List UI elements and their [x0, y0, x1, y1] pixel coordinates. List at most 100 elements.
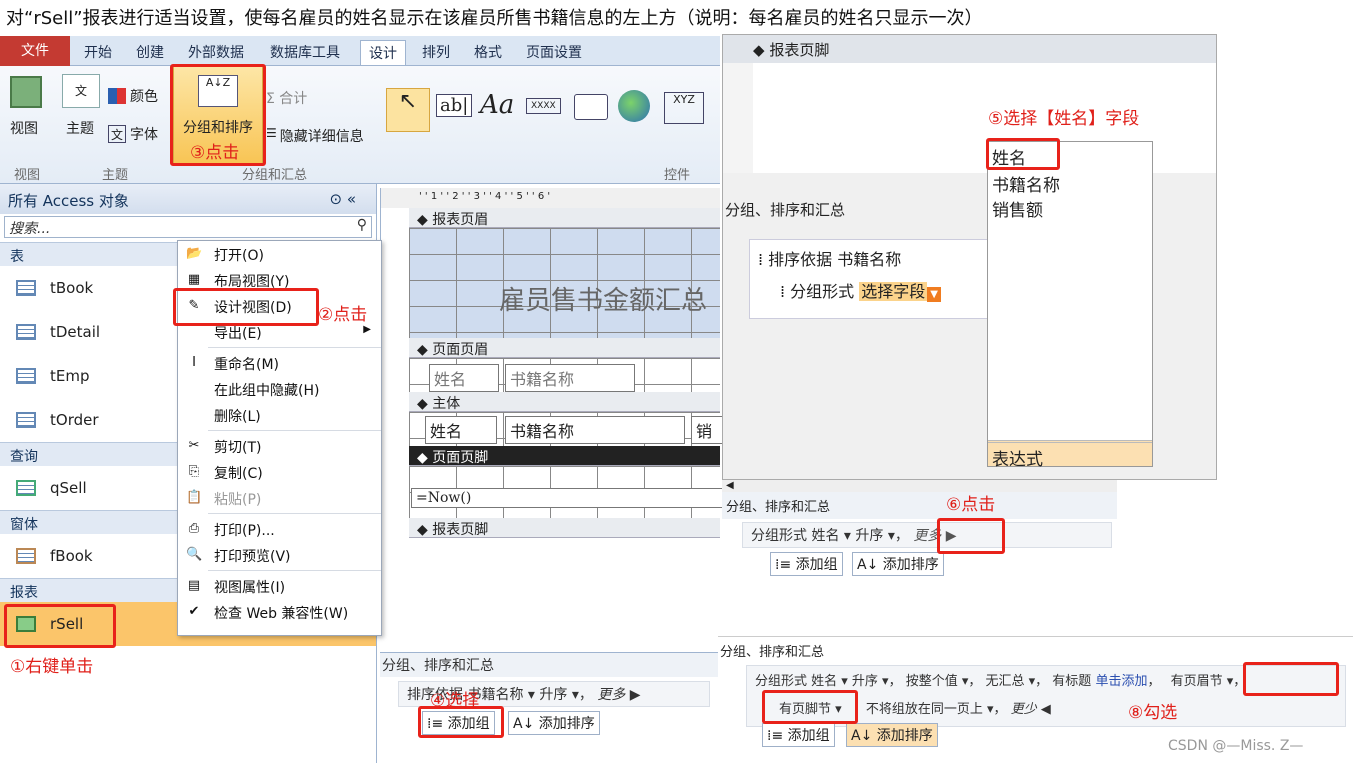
- menu-web-check[interactable]: ✔ 检查 Web 兼容性(W): [178, 599, 381, 625]
- menu-separator: [208, 347, 381, 348]
- tab-arrange[interactable]: 排列: [422, 42, 450, 62]
- p3-add-sort-button[interactable]: A↓ 添加排序: [852, 552, 944, 576]
- properties-icon: ▤: [187, 578, 201, 593]
- menu-view-properties[interactable]: ▤ 视图属性(I): [178, 573, 381, 599]
- field-dropdown-list: 姓名 书籍名称 销售额 表达式: [987, 141, 1153, 470]
- header-name-label[interactable]: 姓名: [429, 364, 499, 392]
- table-icon: [16, 324, 36, 340]
- p4-add-sort-button[interactable]: A↓ 添加排序: [846, 723, 938, 747]
- annotation-2: ②点击: [318, 305, 368, 325]
- group-sort-pane-3: ◀ 分组、排序和汇总 分组形式 姓名 ▾ 升序 ▾， 更多 ▶ ⁞≡ 添加组 A…: [722, 480, 1117, 608]
- tab-format[interactable]: 格式: [474, 42, 502, 62]
- section-label: 页面页眉: [432, 342, 489, 358]
- menu-cut[interactable]: ✂ 剪切(T): [178, 433, 381, 459]
- p4-header-option[interactable]: 有页眉节 ▾，: [1171, 674, 1247, 689]
- annotation-5: ⑤选择【姓名】字段: [988, 109, 1140, 129]
- collapse-icon[interactable]: ⊙ «: [329, 190, 356, 208]
- section-page-header[interactable]: ◆ 页面页眉: [409, 338, 720, 358]
- p2-groupby-row[interactable]: ⁞ 分组形式 选择字段 ▼: [750, 276, 988, 304]
- total-button[interactable]: Σ 合计: [266, 88, 307, 108]
- table-icon: [16, 280, 36, 296]
- query-icon: [16, 480, 36, 496]
- web-check-icon: ✔: [188, 604, 200, 619]
- frame-control[interactable]: XYZ: [664, 92, 704, 124]
- p2-sort-row[interactable]: ⁞ 排序依据 书籍名称: [750, 240, 988, 276]
- color-button[interactable]: 颜色: [108, 86, 158, 106]
- tab-file[interactable]: 文件: [0, 36, 70, 66]
- field-option-book[interactable]: 书籍名称: [988, 171, 1152, 196]
- p4-keep-together[interactable]: 不将组放在同一页上 ▾，: [866, 702, 1007, 717]
- hide-detail-button[interactable]: ☰ 隐藏详细信息: [266, 126, 364, 146]
- view-button[interactable]: 视图: [10, 118, 38, 138]
- label-control[interactable]: Aa: [480, 90, 514, 120]
- section-detail[interactable]: ◆ 主体: [409, 392, 720, 412]
- detail-area: 姓名 书籍名称 销: [409, 412, 731, 446]
- menu-hide[interactable]: 在此组中隐藏(H): [178, 376, 381, 402]
- add-sort-label: 添加排序: [882, 557, 939, 573]
- p4-options[interactable]: 分组形式 姓名 ▾ 升序 ▾， 按整个值 ▾， 无汇总 ▾， 有标题: [755, 674, 1091, 689]
- section-report-footer[interactable]: ◆ 报表页脚: [409, 518, 720, 538]
- field-option-sales[interactable]: 销售额: [988, 196, 1152, 221]
- p3-scrollbar[interactable]: ◀: [722, 480, 1117, 492]
- p4-add-group-button[interactable]: ⁞≡ 添加组: [762, 723, 835, 747]
- p2-select-field[interactable]: 选择字段: [859, 282, 928, 301]
- search-icon[interactable]: ⚲: [357, 217, 367, 233]
- menu-label: 检查 Web 兼容性(W): [214, 606, 349, 622]
- nav-item-label: tBook: [50, 279, 94, 297]
- p3-group-row[interactable]: 分组形式 姓名 ▾ 升序 ▾， 更多 ▶: [742, 522, 1112, 548]
- table-icon: [16, 412, 36, 428]
- theme-button[interactable]: 主题: [66, 118, 94, 138]
- menu-delete[interactable]: 删除(L): [178, 402, 381, 428]
- tab-design[interactable]: 设计: [360, 40, 406, 65]
- textbox-control[interactable]: ab|: [436, 94, 473, 117]
- header-book-label[interactable]: 书籍名称: [505, 364, 635, 392]
- add-sort-button[interactable]: A↓ 添加排序: [508, 711, 600, 735]
- tab-page-setup[interactable]: 页面设置: [526, 42, 582, 62]
- section-report-header[interactable]: ◆ 报表页眉: [409, 208, 720, 228]
- p4-less[interactable]: 更少 ◀: [1011, 702, 1051, 717]
- ribbon-tabs: 文件 开始 创建 外部数据 数据库工具 设计 排列 格式 页面设置: [0, 36, 720, 66]
- section-page-footer[interactable]: ◆ 页面页脚: [409, 446, 720, 466]
- gsp1-more[interactable]: 更多 ▶: [597, 687, 640, 703]
- select-pointer-icon[interactable]: ↖: [386, 88, 430, 132]
- p3-add-group-button[interactable]: ⁞≡ 添加组: [770, 552, 843, 576]
- p4-comma: ，: [1147, 674, 1161, 689]
- tab-create[interactable]: 创建: [136, 42, 164, 62]
- detail-book-field[interactable]: 书籍名称: [505, 416, 685, 444]
- nav-item-label: fBook: [50, 547, 93, 565]
- menu-label: 剪切(T): [214, 440, 262, 456]
- menu-separator: [208, 513, 381, 514]
- p4-click-add[interactable]: 单击添加: [1095, 674, 1147, 689]
- now-expression-field[interactable]: =Now(): [411, 488, 731, 508]
- search-input[interactable]: 搜索... ⚲: [4, 216, 372, 238]
- menu-label: 删除(L): [214, 409, 261, 425]
- field-option-expression[interactable]: 表达式: [988, 440, 1152, 470]
- nav-header[interactable]: 所有 Access 对象 ⊙ «: [0, 184, 376, 214]
- tab-dbtools[interactable]: 数据库工具: [270, 42, 340, 62]
- button-control[interactable]: XXXX: [526, 98, 561, 114]
- detail-name-field[interactable]: 姓名: [425, 416, 497, 444]
- menu-copy[interactable]: ⎘ 复制(C): [178, 459, 381, 485]
- tab-home[interactable]: 开始: [84, 42, 112, 62]
- menu-print[interactable]: ⎙ 打印(P)...: [178, 516, 381, 542]
- report-title-label[interactable]: 雇员售书金额汇总: [499, 280, 707, 317]
- font-button[interactable]: 文字体: [108, 124, 158, 144]
- section-label: 报表页眉: [432, 212, 489, 228]
- highlight-header-option: [1243, 662, 1339, 696]
- highlight-footer-option: [762, 690, 858, 724]
- hyperlink-globe-icon[interactable]: [618, 90, 650, 122]
- group-grouping-label: 分组和汇总: [242, 168, 308, 183]
- menu-rename[interactable]: I 重命名(M): [178, 350, 381, 376]
- menu-open[interactable]: 📂 打开(O): [178, 241, 381, 267]
- menu-label: 粘贴(P): [214, 492, 262, 508]
- annotation-8: ⑧勾选: [1128, 703, 1178, 723]
- menu-separator: [208, 430, 381, 431]
- tab-control-icon[interactable]: [574, 94, 608, 120]
- group-theme-label: 主题: [102, 168, 129, 183]
- tab-external[interactable]: 外部数据: [188, 42, 244, 62]
- dropdown-arrow-icon[interactable]: ▼: [927, 287, 941, 302]
- p3-title: 分组、排序和汇总: [722, 492, 1117, 519]
- annotation-1: ①右键单击: [10, 657, 94, 677]
- p3-line: 分组形式 姓名 ▾ 升序 ▾，: [751, 528, 909, 544]
- menu-print-preview[interactable]: 🔍 打印预览(V): [178, 542, 381, 568]
